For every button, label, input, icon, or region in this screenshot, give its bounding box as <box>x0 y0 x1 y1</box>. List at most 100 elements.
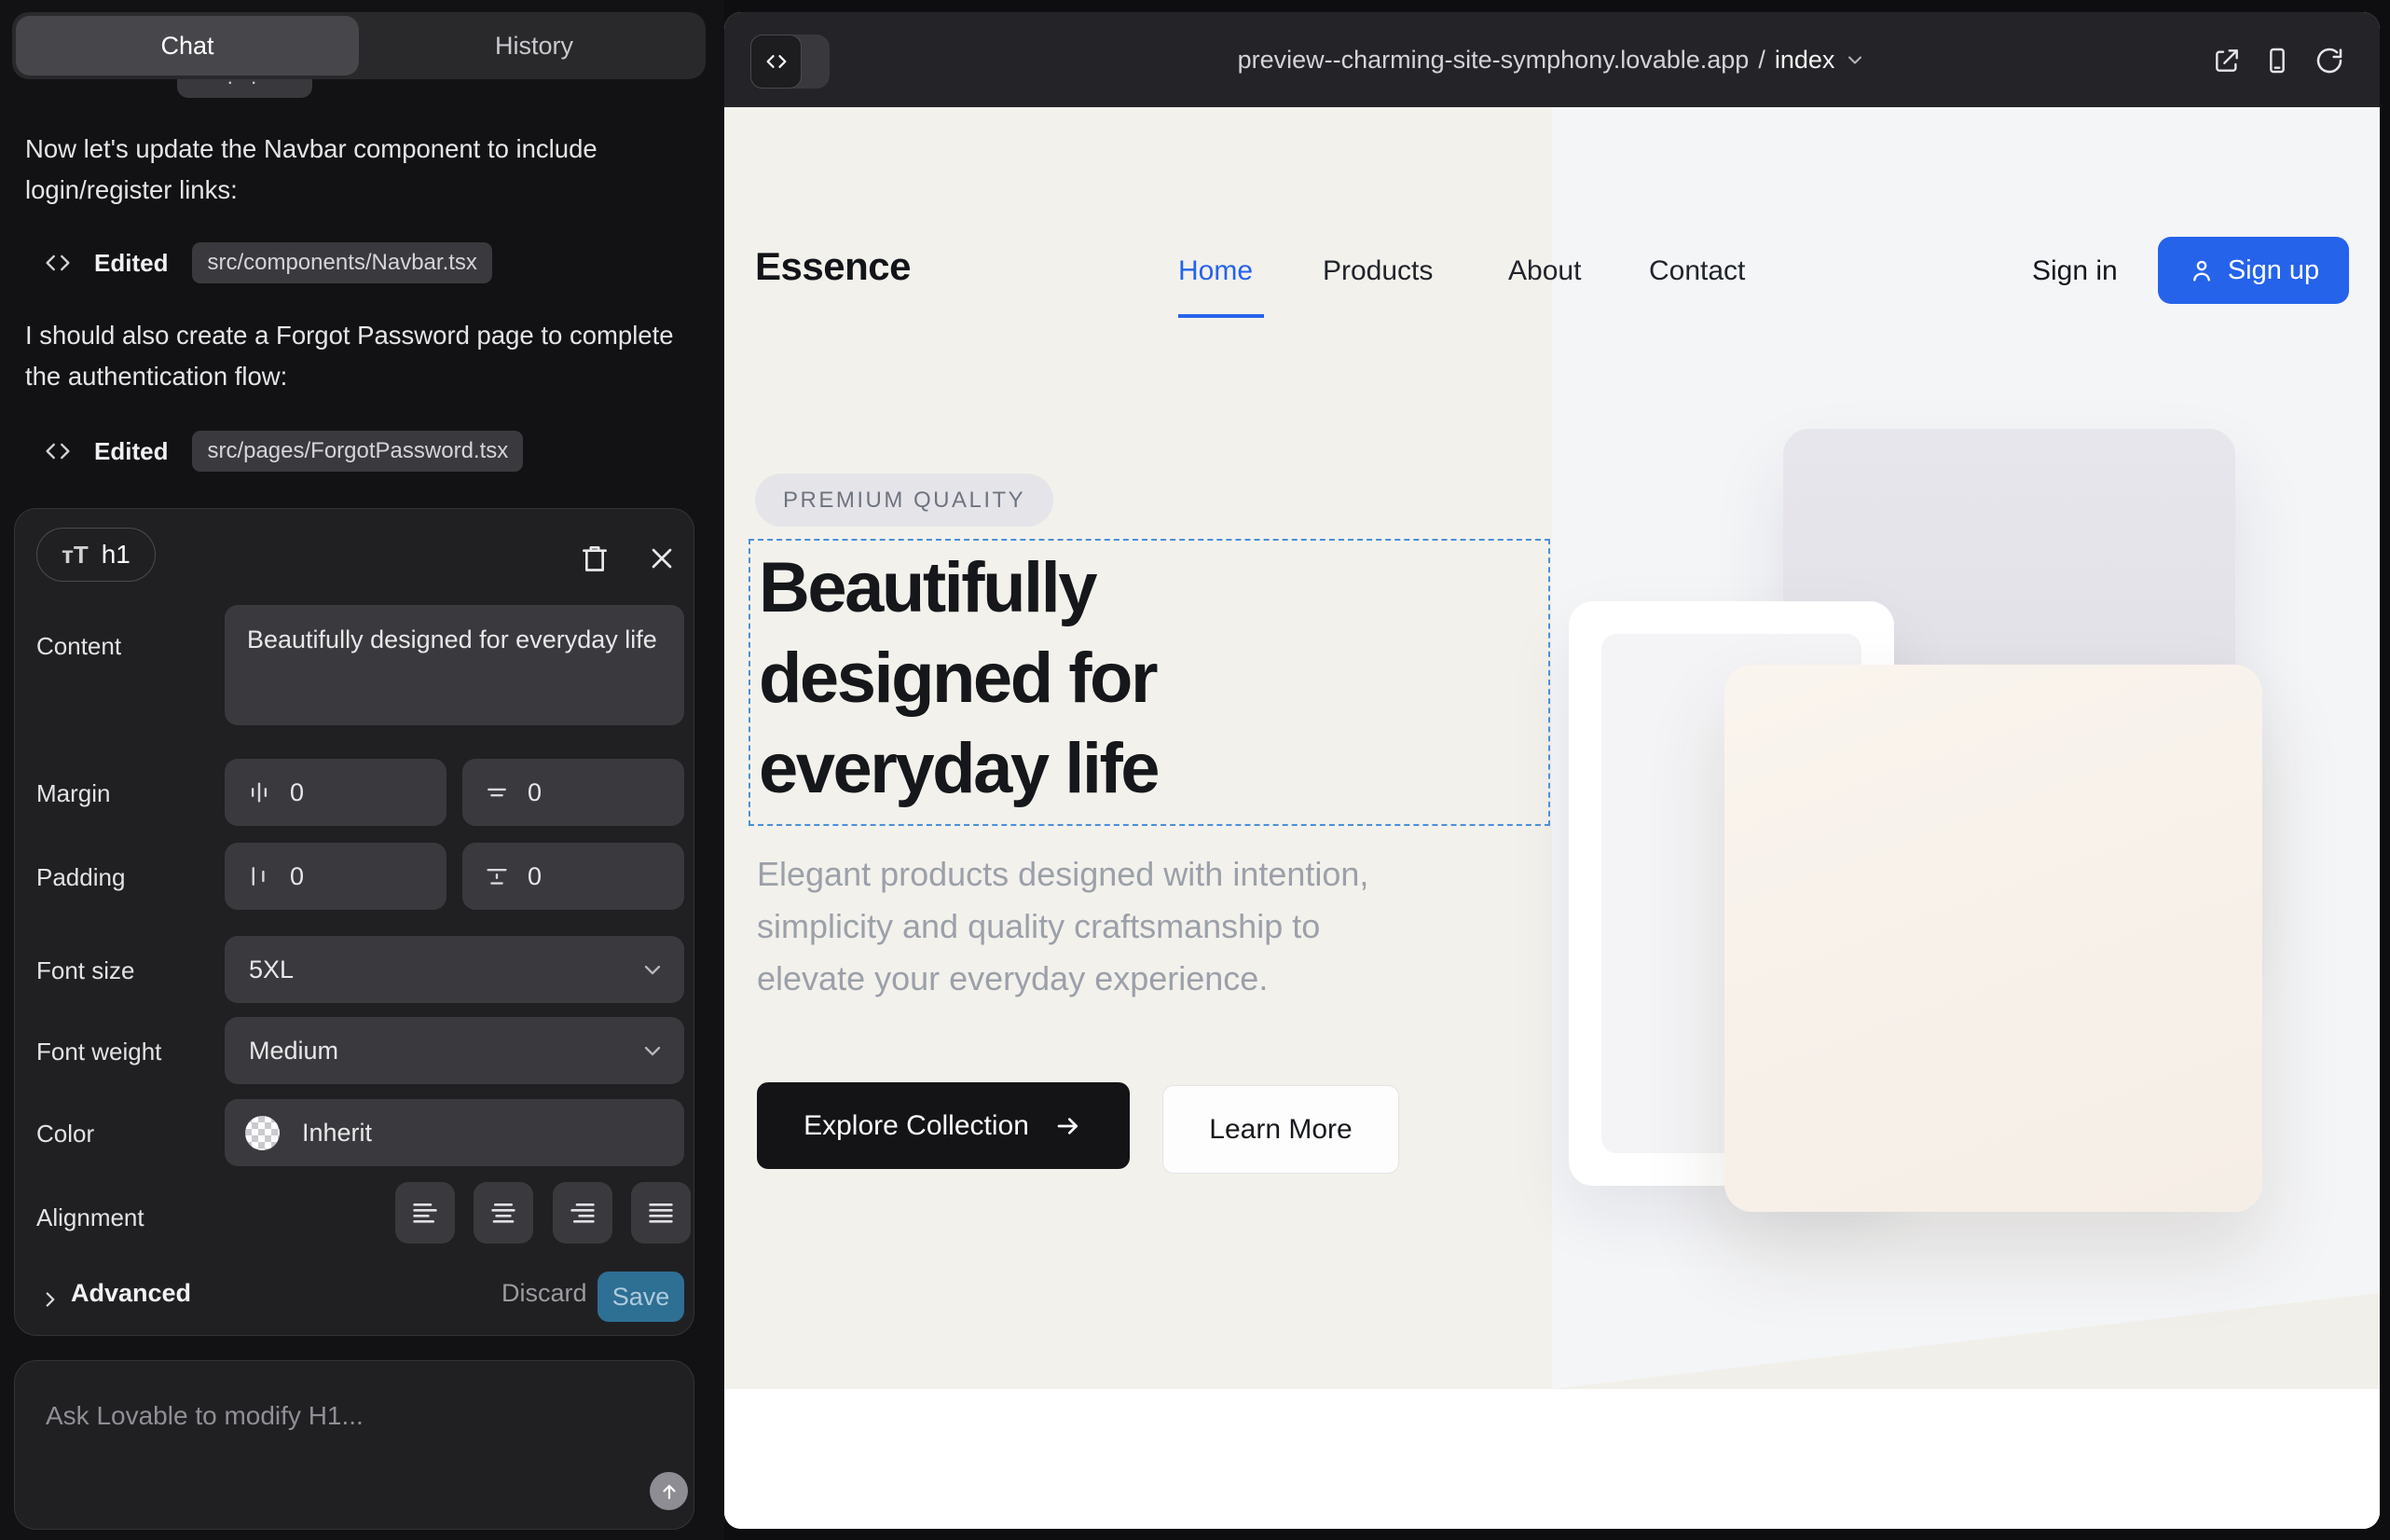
font-size-label: Font size <box>36 956 135 985</box>
nav-active-underline <box>1178 314 1264 318</box>
hero-card-cream <box>1724 665 2262 1212</box>
padding-y-input[interactable]: 0 <box>462 843 684 910</box>
padding-x-value: 0 <box>290 862 304 891</box>
hero-section: Essence Home Products About Contact Sign… <box>724 107 2380 1389</box>
hero-description-line: simplicity and quality craftsmanship to <box>757 901 1368 953</box>
selected-element-pill: тT h1 <box>36 528 156 582</box>
text-type-icon: тT <box>62 541 89 570</box>
chevron-right-icon <box>38 1287 62 1312</box>
chat-message: I should also create a Forgot Password p… <box>25 315 682 397</box>
hero-heading-line: Beautifully <box>759 543 1158 633</box>
file-chip[interactable]: src/components/Navbar.tsx <box>192 242 491 283</box>
site-preview: Essence Home Products About Contact Sign… <box>724 107 2380 1529</box>
align-right-button[interactable] <box>553 1182 612 1244</box>
advanced-toggle[interactable]: Advanced <box>71 1279 191 1308</box>
preview-panel: preview--charming-site-symphony.lovable.… <box>724 12 2380 1529</box>
url-host: preview--charming-site-symphony.lovable.… <box>1238 46 1750 75</box>
font-size-select[interactable]: 5XL <box>225 936 684 1003</box>
margin-vertical-icon <box>483 778 511 806</box>
align-left-button[interactable] <box>395 1182 455 1244</box>
sign-in-link[interactable]: Sign in <box>2032 255 2118 287</box>
smartphone-icon <box>2262 46 2292 76</box>
app-root: Chat History · · Now let's update the Na… <box>0 0 2390 1540</box>
chat-sidebar: Chat History · · Now let's update the Na… <box>0 0 724 1540</box>
padding-vertical-icon <box>483 862 511 890</box>
browser-chrome: preview--charming-site-symphony.lovable.… <box>724 12 2380 107</box>
chat-history-tabs: Chat History <box>12 12 706 79</box>
file-chip[interactable]: src/pages/ForgotPassword.tsx <box>192 431 523 472</box>
tab-history[interactable]: History <box>366 16 702 76</box>
align-center-button[interactable] <box>474 1182 533 1244</box>
url-bar[interactable]: preview--charming-site-symphony.lovable.… <box>724 12 2380 107</box>
trash-icon <box>576 540 613 577</box>
edited-file-row: Edited src/pages/ForgotPassword.tsx <box>42 431 523 472</box>
chat-composer: Ask Lovable to modify H1... Attach Edit … <box>14 1360 694 1530</box>
external-link-icon <box>2212 46 2242 76</box>
url-separator: / <box>1758 46 1765 75</box>
decorative-wedge <box>1552 1293 2380 1389</box>
explore-collection-label: Explore Collection <box>804 1110 1029 1142</box>
mobile-view-button[interactable] <box>2262 46 2292 76</box>
url-page: index <box>1775 46 1835 75</box>
clipped-file-chip: · · <box>177 79 312 98</box>
explore-collection-button[interactable]: Explore Collection <box>757 1082 1130 1169</box>
nav-products[interactable]: Products <box>1323 255 1433 287</box>
discard-button[interactable]: Discard <box>501 1279 587 1308</box>
code-icon <box>42 247 74 279</box>
site-bottom-area <box>724 1389 2380 1529</box>
padding-x-input[interactable]: 0 <box>225 843 446 910</box>
padding-label: Padding <box>36 863 125 892</box>
selection-outline[interactable]: Beautifully designed for everyday life <box>749 539 1550 826</box>
premium-quality-badge: PREMIUM QUALITY <box>755 474 1053 527</box>
hero-heading: Beautifully designed for everyday life <box>759 543 1158 814</box>
sign-up-label: Sign up <box>2228 255 2319 286</box>
delete-element-button[interactable] <box>574 538 615 579</box>
learn-more-button[interactable]: Learn More <box>1162 1085 1399 1174</box>
close-icon <box>645 542 679 575</box>
font-weight-select[interactable]: Medium <box>225 1017 684 1084</box>
chevron-down-icon <box>1844 48 1866 71</box>
align-justify-icon <box>646 1198 676 1228</box>
align-left-icon <box>410 1198 440 1228</box>
content-input[interactable]: Beautifully designed for everyday life <box>225 605 684 725</box>
arrow-right-icon <box>1053 1111 1083 1141</box>
user-icon <box>2188 256 2216 284</box>
color-select[interactable]: Inherit <box>225 1099 684 1166</box>
align-justify-button[interactable] <box>631 1182 691 1244</box>
tab-chat[interactable]: Chat <box>16 16 359 76</box>
padding-horizontal-icon <box>245 862 273 890</box>
hero-description-line: elevate your everyday experience. <box>757 953 1368 1005</box>
open-in-new-tab-button[interactable] <box>2212 46 2242 76</box>
margin-x-input[interactable]: 0 <box>225 759 446 826</box>
hero-heading-line: designed for <box>759 633 1158 723</box>
nav-about[interactable]: About <box>1508 255 1581 287</box>
margin-y-value: 0 <box>528 778 542 807</box>
composer-input[interactable]: Ask Lovable to modify H1... <box>46 1401 364 1431</box>
content-label: Content <box>36 632 121 661</box>
align-right-icon <box>568 1198 598 1228</box>
font-size-value: 5XL <box>249 956 294 984</box>
hero-heading-line: everyday life <box>759 723 1158 814</box>
nav-home[interactable]: Home <box>1178 255 1253 287</box>
send-button[interactable] <box>650 1472 688 1510</box>
chat-message: Now let's update the Navbar component to… <box>25 129 682 211</box>
align-center-icon <box>488 1198 518 1228</box>
element-editor-panel: тT h1 Content Beautifully designed for e… <box>14 508 694 1336</box>
edited-label: Edited <box>94 249 168 278</box>
transparency-swatch-icon <box>245 1116 280 1150</box>
chevron-down-icon <box>639 956 666 983</box>
sign-up-button[interactable]: Sign up <box>2158 237 2349 304</box>
hero-description-line: Elegant products designed with intention… <box>757 848 1368 901</box>
hero-description: Elegant products designed with intention… <box>757 848 1368 1005</box>
save-button[interactable]: Save <box>598 1272 684 1322</box>
nav-contact[interactable]: Contact <box>1649 255 1745 287</box>
color-value: Inherit <box>302 1119 372 1148</box>
chevron-down-icon <box>639 1038 666 1064</box>
refresh-button[interactable] <box>2314 46 2344 76</box>
margin-y-input[interactable]: 0 <box>462 759 684 826</box>
padding-y-value: 0 <box>528 862 542 891</box>
margin-label: Margin <box>36 779 110 808</box>
refresh-icon <box>2314 46 2344 76</box>
site-logo[interactable]: Essence <box>755 244 911 289</box>
close-editor-button[interactable] <box>641 538 682 579</box>
